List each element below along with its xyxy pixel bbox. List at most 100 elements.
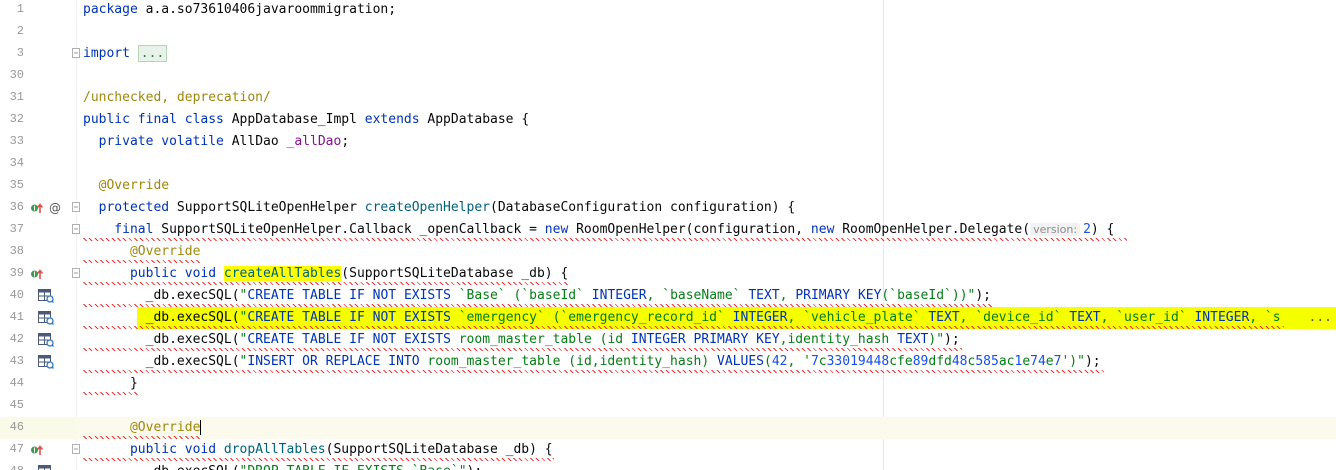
implementation-up-arrow-icon[interactable] (30, 267, 44, 281)
code-token: _db.execSQL( (83, 354, 240, 369)
code-line[interactable]: 36 @ protected SupportSQLiteOpenHelper cr… (0, 197, 1336, 219)
code-line[interactable]: 38 @Override (0, 241, 1336, 263)
code-text: package a.a.so73610406javaroommigration; (83, 2, 396, 17)
sql-token: INTEGER (591, 288, 647, 303)
keyword: import (83, 46, 130, 61)
code-line[interactable]: 39 public void createAllTables(SupportSQ… (0, 263, 1336, 285)
sql-token: , (779, 288, 796, 303)
code-line[interactable]: 37 final SupportSQLiteOpenHelper.Callbac… (0, 219, 1336, 241)
annotation-at-icon[interactable]: @ (48, 201, 62, 215)
code-content[interactable]: @Override (77, 241, 1336, 263)
code-content[interactable]: import ... (77, 43, 1336, 65)
code-line[interactable]: 1 package a.a.so73610406javaroommigration… (0, 0, 1336, 21)
sql-token: 89 (912, 354, 929, 369)
code-content[interactable]: private volatile AllDao _allDao; (77, 131, 1336, 153)
code-line[interactable]: 32 public final class AppDatabase_Impl ex… (0, 109, 1336, 131)
code-content[interactable] (77, 395, 1336, 417)
code-content[interactable]: } (77, 373, 1336, 395)
code-line[interactable]: 43 _db.execSQL("INSERT OR REPLACE INTO r… (0, 351, 1336, 373)
code-line[interactable]: 30 (0, 65, 1336, 87)
code-content[interactable]: package a.a.so73610406javaroommigration; (77, 0, 1336, 21)
code-content[interactable]: @Override (77, 417, 1336, 439)
folded-imports[interactable]: ... (137, 45, 168, 62)
sql-token: INTO (388, 354, 420, 369)
keyword: public void (83, 266, 217, 281)
code-content[interactable] (77, 65, 1336, 87)
sql-table-icon[interactable] (38, 355, 54, 369)
line-number: 48 (0, 464, 24, 470)
code-token: SupportSQLiteOpenHelper (169, 200, 365, 215)
sql-token: EXISTS (403, 288, 451, 303)
line-number: 43 (9, 354, 24, 368)
sql-table-icon[interactable] (38, 465, 54, 470)
code-line[interactable]: 42 _db.execSQL("CREATE TABLE IF NOT EXIS… (0, 329, 1336, 351)
keyword: private volatile (83, 134, 224, 149)
keyword: new (544, 222, 569, 237)
code-editor[interactable]: 1 package a.a.so73610406javaroommigration… (0, 0, 1336, 470)
sql-token: CREATE (247, 310, 295, 325)
sql-table-icon[interactable] (38, 333, 54, 347)
code-text: @Override (83, 244, 200, 259)
string-literal: "DROP TABLE IF EXISTS `Base`" (240, 464, 467, 470)
sql-token: INSERT (247, 354, 295, 369)
sql-token: NOT (372, 310, 397, 325)
code-line[interactable]: 40 _db.execSQL("CREATE TABLE IF NOT EXIS… (0, 285, 1336, 307)
sql-token: , `device_id` (959, 310, 1070, 325)
code-token: (DatabaseConfiguration configuration) { (490, 200, 796, 215)
sql-string: "CREATE TABLE IF NOT EXISTS `emergency` … (240, 310, 1281, 325)
sql-token: REPLACE (325, 354, 381, 369)
highlighted-method-name[interactable]: createAllTables (223, 266, 342, 281)
implementation-up-arrow-icon[interactable] (30, 443, 44, 457)
code-token: RoomOpenHelper.Delegate( (834, 222, 1031, 237)
sql-token: `emergency` (`emergency_record_id` (450, 310, 733, 325)
code-token: _db.execSQL( (83, 288, 240, 303)
code-token: ); (1084, 354, 1101, 369)
keyword: final (83, 222, 154, 237)
code-content[interactable] (77, 153, 1336, 175)
code-text: public void createAllTables(SupportSQLit… (83, 266, 568, 281)
code-line[interactable]: 31/unchecked, deprecation/ (0, 87, 1336, 109)
sql-table-icon[interactable] (38, 289, 54, 303)
code-line[interactable]: 48 _db.execSQL("DROP TABLE IF EXISTS `Ba… (0, 461, 1336, 470)
code-line[interactable]: 33 private volatile AllDao _allDao; (0, 131, 1336, 153)
sql-token: `Base` (`baseId` (450, 288, 592, 303)
number-literal: 2 (1083, 222, 1091, 237)
code-content[interactable]: _db.execSQL("DROP TABLE IF EXISTS `Base`… (77, 461, 1336, 470)
sql-token: INTEGER (732, 310, 788, 325)
code-content[interactable]: protected SupportSQLiteOpenHelper create… (77, 197, 1336, 219)
sql-token: room_master_table (id,identity_hash) (419, 354, 718, 369)
code-line[interactable]: 44 } (0, 373, 1336, 395)
code-content[interactable]: /unchecked, deprecation/ (77, 87, 1336, 109)
sql-token: OR (302, 354, 318, 369)
code-content[interactable] (77, 21, 1336, 43)
implementation-up-arrow-icon[interactable] (30, 201, 44, 215)
code-line[interactable]: 35 @Override (0, 175, 1336, 197)
code-line[interactable]: 34 (0, 153, 1336, 175)
code-line[interactable]: 45 (0, 395, 1336, 417)
sql-token: c (818, 354, 827, 369)
code-text: _db.execSQL("CREATE TABLE IF NOT EXISTS … (83, 310, 1281, 325)
code-line[interactable]: 47 public void dropAllTables(SupportSQLi… (0, 439, 1336, 461)
line-number: 2 (16, 24, 24, 38)
sql-token: 74 (1030, 354, 1046, 369)
code-line[interactable]: 2 (0, 21, 1336, 43)
sql-token: , ' (787, 354, 811, 369)
code-text: @Override (83, 178, 169, 193)
code-token: _db.execSQL( (83, 332, 240, 347)
code-content[interactable]: public final class AppDatabase_Impl exte… (77, 109, 1336, 131)
code-line[interactable]: 46 @Override (0, 417, 1336, 439)
code-token: (SupportSQLiteDatabase _db) { (325, 442, 553, 457)
annotation: @Override (83, 178, 170, 193)
sql-table-icon[interactable] (38, 311, 54, 325)
line-number: 46 (9, 420, 24, 434)
code-line[interactable]: 41 _db.execSQL("CREATE TABLE IF NOT EXIS… (0, 307, 1336, 329)
sql-token: , `s (1249, 310, 1281, 325)
code-line[interactable]: 3 import ... (0, 43, 1336, 65)
code-content[interactable]: @Override (77, 175, 1336, 197)
